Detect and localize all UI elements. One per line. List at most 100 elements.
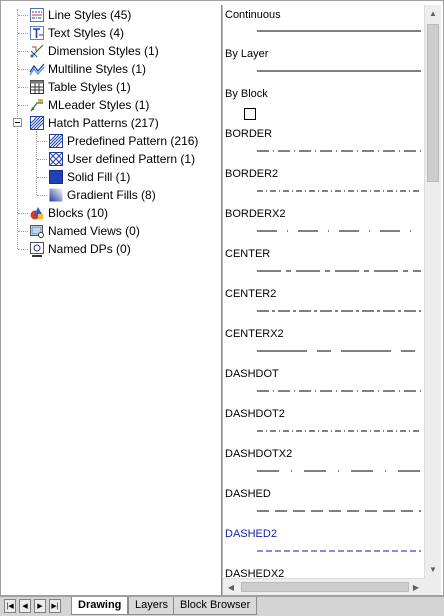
linestyle-sample: [257, 190, 421, 192]
linestyle-name[interactable]: DASHEDX2: [225, 568, 284, 578]
tree-item-line-styles[interactable]: Line Styles (45): [29, 6, 131, 24]
scrollbar-corner: [424, 578, 441, 595]
gradient-fills-icon: [48, 187, 64, 203]
linestyle-sample: [257, 230, 421, 232]
tab-bar: |◀ ◀ ▶ ▶| Drawing Layers Block Browser: [0, 596, 444, 616]
prev-tab-icon[interactable]: ◀: [19, 599, 31, 613]
tree-connector: [18, 51, 28, 52]
linestyle-name[interactable]: BORDER: [225, 128, 272, 141]
tree-connector: [37, 159, 47, 160]
tree-item-label: Named Views (0): [48, 224, 140, 238]
linestyle-sample: [257, 30, 421, 32]
tree-connector: [18, 15, 28, 16]
last-tab-icon[interactable]: ▶|: [49, 599, 61, 613]
linestyle-sample: [257, 270, 421, 272]
tree-item-label: Blocks (10): [48, 206, 109, 220]
user-defined-pattern-icon: [48, 151, 64, 167]
linestyle-name[interactable]: CENTERX2: [225, 328, 284, 341]
tree-item-label: User defined Pattern (1): [67, 152, 196, 166]
linestyle-sample: [257, 390, 421, 392]
next-tab-icon[interactable]: ▶: [34, 599, 46, 613]
tree-item-mleader-styles[interactable]: MLeader Styles (1): [29, 96, 149, 114]
tab-block-browser[interactable]: Block Browser: [173, 597, 258, 615]
tree-item-named-dps[interactable]: Named DPs (0): [29, 240, 131, 258]
linestyle-name[interactable]: By Layer: [225, 48, 268, 61]
linestyle-sample: [257, 510, 421, 512]
tree-connector: [37, 141, 47, 142]
tree-item-text-styles[interactable]: Text Styles (4): [29, 24, 124, 42]
linestyle-sample: [257, 150, 421, 152]
multiline-styles-icon: [29, 61, 45, 77]
linestyle-sample: [257, 550, 421, 552]
scroll-thumb[interactable]: [241, 582, 409, 592]
linestyle-name[interactable]: Continuous: [225, 9, 281, 22]
tree-item-label: MLeader Styles (1): [48, 98, 150, 112]
tree-item-named-views[interactable]: Named Views (0): [29, 222, 140, 240]
tree-item-blocks[interactable]: Blocks (10): [29, 204, 108, 222]
tree-item-label: Multiline Styles (1): [48, 62, 147, 76]
linestyle-preview-list[interactable]: Continuous By Layer By Block BORDER BORD…: [223, 5, 423, 578]
linestyle-name[interactable]: CENTER: [225, 248, 270, 261]
scroll-thumb[interactable]: [427, 24, 439, 182]
linestyle-sample: [257, 70, 421, 72]
linestyle-name[interactable]: CENTER2: [225, 288, 276, 301]
style-tree[interactable]: Line Styles (45) Text Styles (4) Dimensi…: [6, 4, 222, 594]
drawing-explorer-panel: Line Styles (45) Text Styles (4) Dimensi…: [0, 0, 444, 596]
tree-item-solid-fill[interactable]: Solid Fill (1): [48, 168, 130, 186]
scroll-up-icon[interactable]: ▲: [425, 5, 441, 22]
tree-item-label: Dimension Styles (1): [48, 44, 159, 58]
linestyle-name[interactable]: DASHED: [225, 488, 271, 501]
tree-item-label: Line Styles (45): [48, 8, 132, 22]
table-styles-icon: [29, 79, 45, 95]
tree-item-label: Text Styles (4): [48, 26, 125, 40]
blocks-icon: [29, 205, 45, 221]
tree-item-user-defined-pattern[interactable]: User defined Pattern (1): [48, 150, 195, 168]
predefined-pattern-icon: [48, 133, 64, 149]
linestyle-sample: [257, 470, 421, 472]
tree-item-hatch-patterns[interactable]: Hatch Patterns (217): [29, 114, 159, 132]
linestyle-name[interactable]: DASHDOT2: [225, 408, 285, 421]
solid-fill-icon: [48, 169, 64, 185]
tree-item-label: Table Styles (1): [48, 80, 131, 94]
tree-item-gradient-fills[interactable]: Gradient Fills (8): [48, 186, 156, 204]
hatch-patterns-icon: [29, 115, 45, 131]
named-dps-icon: [29, 241, 45, 257]
linestyle-name[interactable]: BORDER2: [225, 168, 278, 181]
tree-connector: [18, 69, 28, 70]
linestyle-name-selected[interactable]: DASHED2: [225, 528, 277, 541]
collapse-toggle[interactable]: [13, 118, 22, 127]
horizontal-scrollbar[interactable]: ◀ ▶: [223, 578, 424, 595]
tree-item-predefined-pattern[interactable]: Predefined Pattern (216): [48, 132, 198, 150]
linestyle-sample: [257, 310, 421, 312]
linestyle-name[interactable]: DASHDOT: [225, 368, 279, 381]
mleader-styles-icon: [29, 97, 45, 113]
linestyle-name[interactable]: BORDERX2: [225, 208, 286, 221]
tree-item-label: Solid Fill (1): [67, 170, 131, 184]
tree-connector: [18, 87, 28, 88]
first-tab-icon[interactable]: |◀: [4, 599, 16, 613]
tree-connector: [18, 249, 28, 250]
tree-item-dimension-styles[interactable]: Dimension Styles (1): [29, 42, 159, 60]
tree-connector: [18, 213, 28, 214]
tree-connector: [18, 231, 28, 232]
vertical-scrollbar[interactable]: ▲ ▼: [424, 5, 441, 578]
tab-drawing[interactable]: Drawing: [71, 597, 129, 615]
scroll-left-icon[interactable]: ◀: [223, 579, 239, 595]
tab-layers[interactable]: Layers: [128, 597, 176, 615]
byblock-swatch: [244, 108, 256, 120]
tree-connector: [37, 177, 47, 178]
tree-connector: [18, 33, 28, 34]
tree-item-multiline-styles[interactable]: Multiline Styles (1): [29, 60, 146, 78]
text-styles-icon: [29, 25, 45, 41]
scroll-down-icon[interactable]: ▼: [425, 561, 441, 578]
tree-connector: [37, 195, 47, 196]
tree-item-table-styles[interactable]: Table Styles (1): [29, 78, 131, 96]
tree-item-label: Named DPs (0): [48, 242, 131, 256]
linestyle-name[interactable]: By Block: [225, 88, 268, 101]
dimension-styles-icon: [29, 43, 45, 59]
scroll-right-icon[interactable]: ▶: [408, 579, 424, 595]
linestyle-name[interactable]: DASHDOTX2: [225, 448, 292, 461]
tree-item-label: Hatch Patterns (217): [48, 116, 159, 130]
linestyle-sample: [257, 350, 421, 352]
tree-item-label: Gradient Fills (8): [67, 188, 156, 202]
